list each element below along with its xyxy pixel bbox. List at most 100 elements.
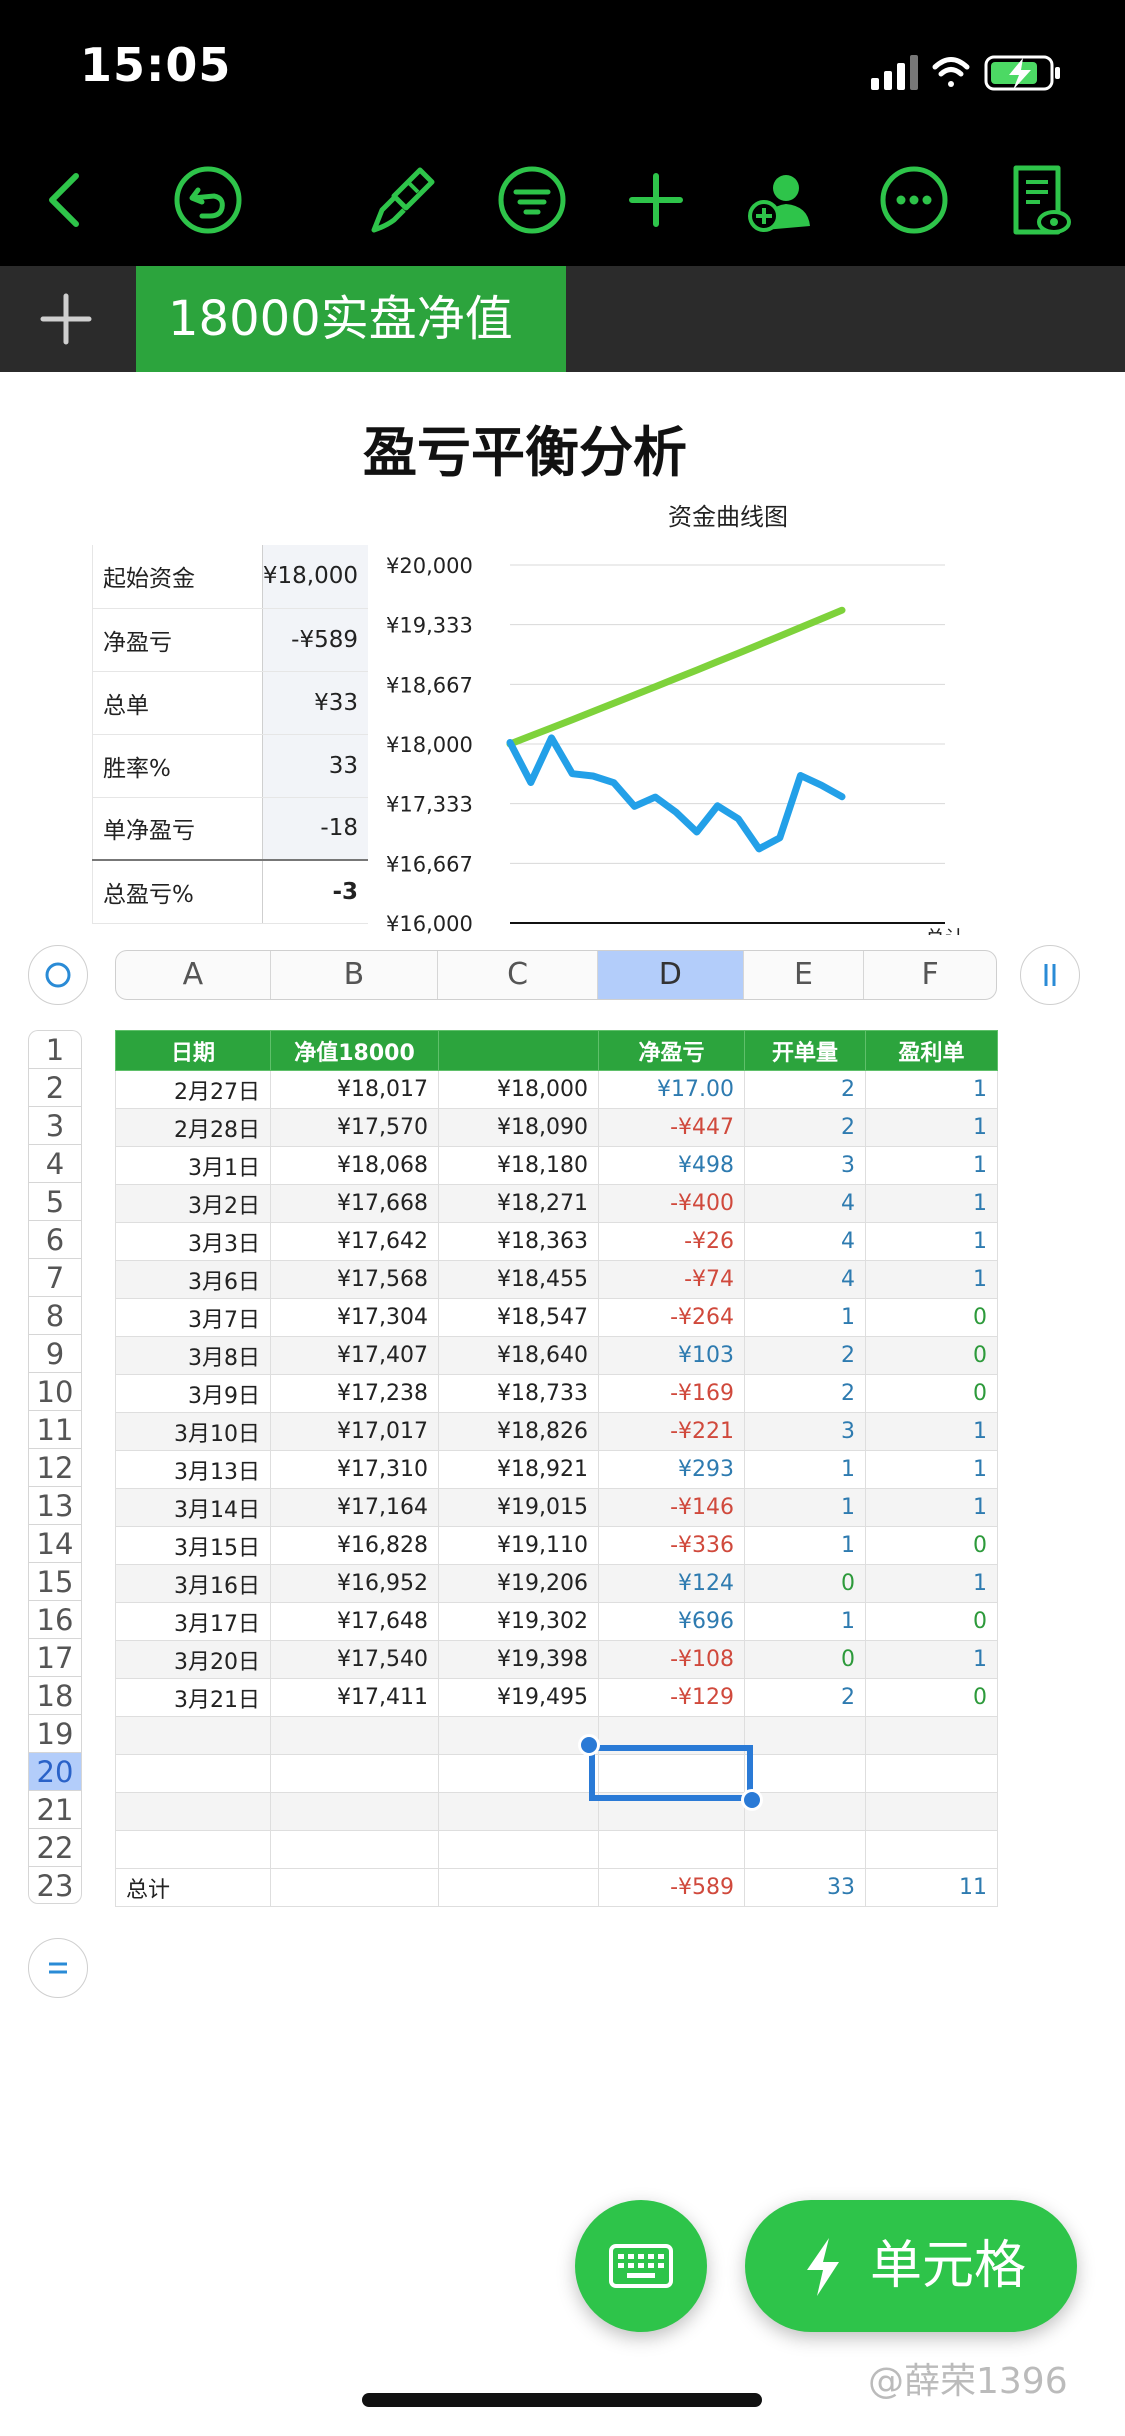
cell[interactable]: ¥18,826	[438, 1412, 599, 1451]
cell[interactable]	[744, 1716, 866, 1755]
cell[interactable]: ¥103	[598, 1336, 745, 1375]
cell[interactable]: 1	[865, 1070, 998, 1109]
cell[interactable]: 4	[744, 1222, 866, 1261]
collaborate-icon[interactable]	[738, 158, 822, 242]
summary-value[interactable]: -3	[262, 859, 368, 924]
cell[interactable]	[270, 1830, 439, 1869]
cell[interactable]	[115, 1754, 271, 1793]
cell[interactable]: ¥18,455	[438, 1260, 599, 1299]
undo-icon[interactable]	[166, 158, 250, 242]
cell[interactable]: -¥447	[598, 1108, 745, 1147]
cell[interactable]: 4	[744, 1184, 866, 1223]
cell[interactable]: 33	[744, 1868, 866, 1907]
row-header[interactable]: 22	[28, 1828, 82, 1866]
cell[interactable]: 1	[744, 1526, 866, 1565]
cell[interactable]	[744, 1830, 866, 1869]
add-icon[interactable]	[614, 158, 698, 242]
cell[interactable]: 1	[744, 1450, 866, 1489]
cell[interactable]: 3月3日	[115, 1222, 271, 1261]
cell[interactable]: 4	[744, 1260, 866, 1299]
row-header[interactable]: 10	[28, 1372, 82, 1410]
cell[interactable]: ¥293	[598, 1450, 745, 1489]
summary-label[interactable]: 总单	[92, 671, 263, 735]
cell[interactable]: ¥19,206	[438, 1564, 599, 1603]
header-cell[interactable]: 净值18000	[270, 1030, 439, 1071]
reader-view-icon[interactable]	[996, 158, 1080, 242]
cell[interactable]: ¥17,164	[270, 1488, 439, 1527]
cell[interactable]: -¥400	[598, 1184, 745, 1223]
cell[interactable]	[438, 1716, 599, 1755]
cell[interactable]: 2	[744, 1070, 866, 1109]
freeze-columns-button[interactable]	[1020, 945, 1080, 1005]
header-cell[interactable]: 日期	[115, 1030, 271, 1071]
cell[interactable]: 2	[744, 1678, 866, 1717]
more-icon[interactable]	[872, 158, 956, 242]
cell[interactable]: -¥589	[598, 1868, 745, 1907]
cell[interactable]: 1	[865, 1412, 998, 1451]
row-header[interactable]: 5	[28, 1182, 82, 1220]
row-header[interactable]: 16	[28, 1600, 82, 1638]
row-header[interactable]: 23	[28, 1866, 82, 1904]
select-all-button[interactable]	[28, 945, 88, 1005]
row-header[interactable]: 18	[28, 1676, 82, 1714]
cell-selection[interactable]	[589, 1745, 753, 1801]
cell[interactable]: ¥19,110	[438, 1526, 599, 1565]
header-cell[interactable]: 盈利单	[865, 1030, 998, 1071]
selection-handle-bottom[interactable]	[741, 1789, 763, 1811]
cell[interactable]: 2月28日	[115, 1108, 271, 1147]
row-header[interactable]: 3	[28, 1106, 82, 1144]
cell[interactable]: ¥19,015	[438, 1488, 599, 1527]
cell[interactable]: 3月6日	[115, 1260, 271, 1299]
cell[interactable]: 0	[865, 1336, 998, 1375]
cell[interactable]: ¥18,017	[270, 1070, 439, 1109]
row-header[interactable]: 13	[28, 1486, 82, 1524]
cell[interactable]: -¥169	[598, 1374, 745, 1413]
cell[interactable]: ¥18,068	[270, 1146, 439, 1185]
cell[interactable]: ¥17.00	[598, 1070, 745, 1109]
summary-label[interactable]: 单净盈亏	[92, 797, 263, 861]
summary-value[interactable]: -18	[262, 797, 368, 861]
cell[interactable]: -¥108	[598, 1640, 745, 1679]
row-header[interactable]: 19	[28, 1714, 82, 1752]
cell[interactable]: 3月8日	[115, 1336, 271, 1375]
cell[interactable]: ¥17,310	[270, 1450, 439, 1489]
cell[interactable]	[115, 1792, 271, 1831]
row-header[interactable]: 7	[28, 1258, 82, 1296]
cell[interactable]: 2	[744, 1336, 866, 1375]
cell[interactable]: 3月13日	[115, 1450, 271, 1489]
paintbrush-icon[interactable]	[360, 158, 444, 242]
cell[interactable]: -¥146	[598, 1488, 745, 1527]
cell-format-button[interactable]: 单元格	[745, 2200, 1077, 2332]
header-cell[interactable]	[438, 1030, 599, 1071]
cell[interactable]: 0	[865, 1298, 998, 1337]
cell[interactable]	[115, 1716, 271, 1755]
cell[interactable]: 3月7日	[115, 1298, 271, 1337]
cell[interactable]: 3月9日	[115, 1374, 271, 1413]
cell[interactable]: 3月15日	[115, 1526, 271, 1565]
cell[interactable]: 3	[744, 1412, 866, 1451]
keyboard-button[interactable]	[575, 2200, 707, 2332]
cell[interactable]	[438, 1868, 599, 1907]
cell[interactable]: 0	[744, 1564, 866, 1603]
cell[interactable]	[865, 1754, 998, 1793]
cell[interactable]: 2	[744, 1374, 866, 1413]
row-header[interactable]: 8	[28, 1296, 82, 1334]
row-header[interactable]: 9	[28, 1334, 82, 1372]
summary-value[interactable]: -¥589	[262, 608, 368, 672]
cell[interactable]: ¥19,302	[438, 1602, 599, 1641]
selection-handle-top[interactable]	[578, 1734, 600, 1756]
cell[interactable]: 1	[865, 1450, 998, 1489]
cell[interactable]: 1	[865, 1488, 998, 1527]
add-sheet-button[interactable]	[0, 266, 132, 372]
cell[interactable]: 2	[744, 1108, 866, 1147]
cell[interactable]: ¥17,017	[270, 1412, 439, 1451]
cell[interactable]: ¥17,238	[270, 1374, 439, 1413]
cell[interactable]: ¥17,668	[270, 1184, 439, 1223]
formula-button[interactable]	[28, 1938, 88, 1998]
cell[interactable]: ¥18,733	[438, 1374, 599, 1413]
summary-label[interactable]: 起始资金	[92, 545, 263, 609]
cell[interactable]: ¥18,271	[438, 1184, 599, 1223]
cell[interactable]: 0	[744, 1640, 866, 1679]
summary-value[interactable]: ¥18,000	[262, 545, 368, 609]
cell[interactable]: ¥18,363	[438, 1222, 599, 1261]
